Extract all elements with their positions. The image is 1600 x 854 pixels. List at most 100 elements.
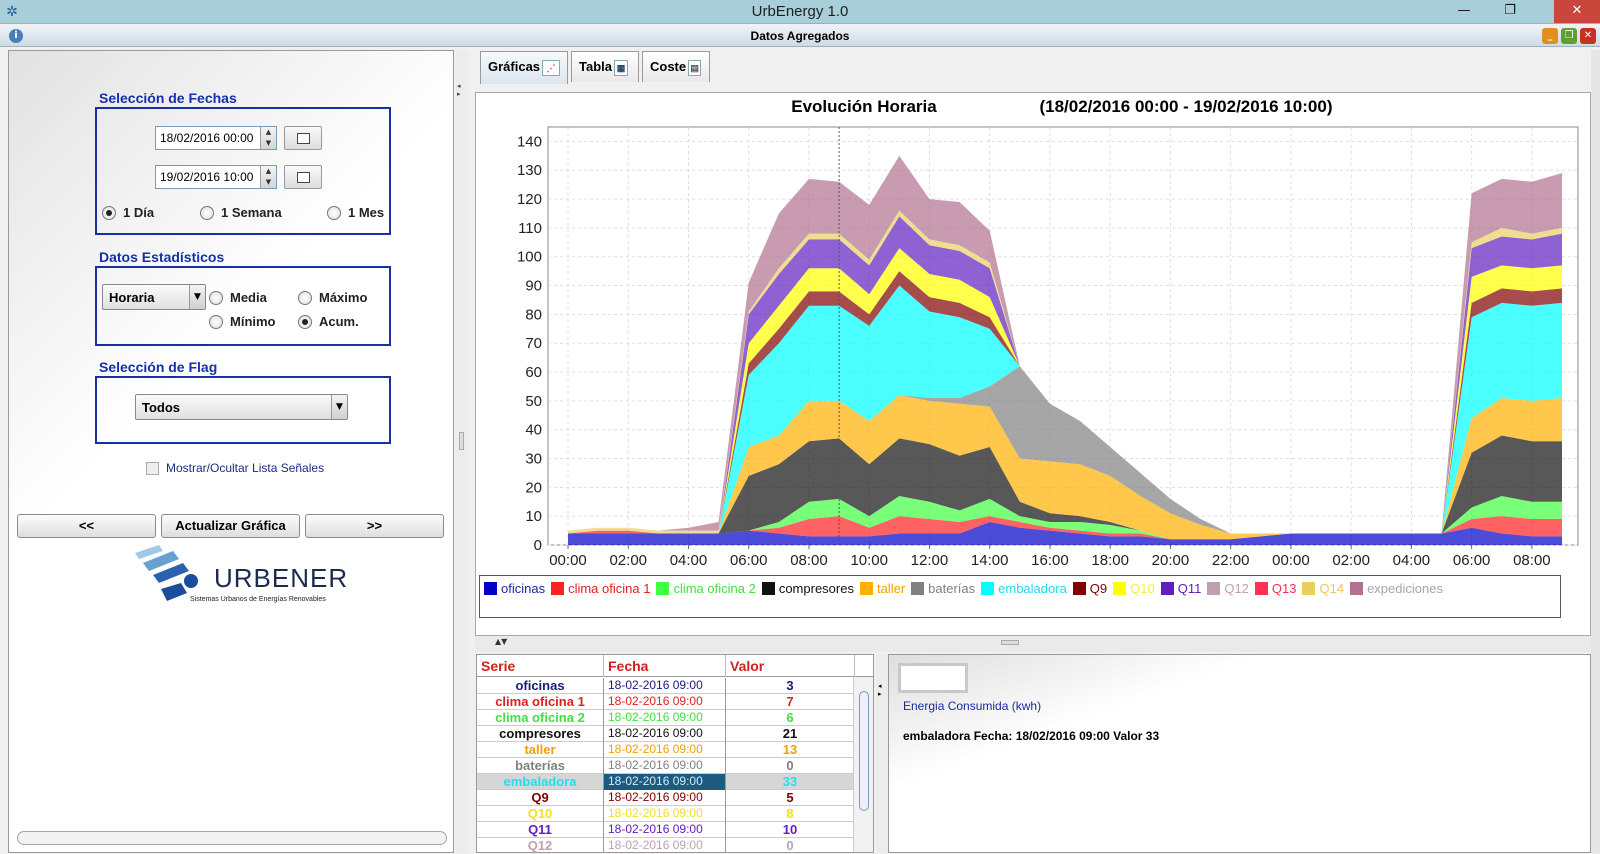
left-horizontal-scrollbar[interactable] [17, 831, 447, 845]
chart-legend: oficinas clima oficina 1 clima oficina 2 co… [479, 575, 1561, 618]
cell-serie: clima oficina 2 [477, 710, 604, 726]
panel-splitter[interactable]: ◂ ▸ [456, 50, 468, 853]
x-tick-label: 02:00 [1332, 552, 1370, 569]
stacked-area-chart[interactable]: Evolución Horaria (18/02/2016 00:00 - 19… [476, 93, 1592, 637]
legend-item[interactable]: Q10 [1113, 578, 1155, 598]
legend-label: Q13 [1271, 580, 1297, 596]
cell-serie: Q9 [477, 790, 604, 806]
scroll-thumb[interactable] [859, 691, 869, 811]
x-tick-label: 16:00 [1031, 552, 1069, 569]
legend-item[interactable]: baterías [911, 578, 975, 598]
update-chart-button[interactable]: Actualizar Gráfica [161, 514, 300, 538]
splitter-grip-icon[interactable] [459, 432, 464, 450]
legend-item[interactable]: expediciones [1350, 578, 1443, 598]
legend-item[interactable]: compresores [761, 578, 854, 598]
toggle-signals-checkbox[interactable]: Mostrar/Ocultar Lista Señales [146, 461, 324, 475]
collapse-arrows-icon[interactable]: ◂ ▸ [457, 82, 461, 98]
col-fecha-header[interactable]: Fecha [604, 655, 726, 677]
cell-valor: 0 [726, 838, 855, 852]
close-icon[interactable]: ✕ [1554, 0, 1600, 23]
start-date-arrows-icon[interactable]: ▲ ▼ [260, 127, 276, 149]
cell-serie: baterías [477, 758, 604, 774]
y-tick-label: 80 [525, 306, 542, 323]
legend-swatch-icon [981, 581, 995, 595]
legend-swatch-icon [1072, 581, 1086, 595]
cell-serie: oficinas [477, 678, 604, 694]
collapse-arrows-icon[interactable]: ◂ ▸ [878, 682, 882, 698]
x-tick-label: 22:00 [1212, 552, 1250, 569]
chart-subtitle: (18/02/2016 00:00 - 19/02/2016 10:00) [1039, 97, 1332, 116]
legend-item[interactable]: clima oficina 1 [551, 578, 650, 598]
bottom-panel-splitter[interactable]: ◂ ▸ [876, 654, 888, 853]
legend-label: Q12 [1224, 580, 1249, 596]
end-date-spinner[interactable]: 19/02/2016 10:00 ▲ ▼ [155, 165, 277, 189]
x-tick-label: 14:00 [971, 552, 1009, 569]
tab-graficas[interactable]: Gráficas ⋰ [480, 51, 568, 84]
frame-close-icon[interactable]: ✕ [1580, 28, 1596, 44]
cell-serie: embaladora [477, 774, 604, 790]
start-calendar-button[interactable] [284, 126, 322, 150]
range-1-day-radio[interactable]: 1 Día [102, 205, 154, 220]
col-valor-header[interactable]: Valor [726, 655, 855, 677]
flag-select[interactable]: Todos ▼ [135, 394, 348, 420]
tab-tabla[interactable]: Tabla ▦ [571, 51, 639, 82]
range-1-month-radio[interactable]: 1 Mes [327, 205, 384, 220]
table-row[interactable]: baterías 18-02-2016 09:00 0 [477, 758, 855, 774]
legend-item[interactable]: Q13 [1254, 578, 1297, 598]
dates-group-title: Selección de Fechas [99, 90, 237, 106]
table-row[interactable]: Q10 18-02-2016 09:00 8 [477, 806, 855, 822]
legend-item[interactable]: embaladora [981, 578, 1067, 598]
table-row[interactable]: Q9 18-02-2016 09:00 5 [477, 790, 855, 806]
table-row[interactable]: Q11 18-02-2016 09:00 10 [477, 822, 855, 838]
col-serie-header[interactable]: Serie [477, 655, 604, 677]
cell-valor: 6 [726, 710, 855, 726]
collapse-up-down-icon[interactable]: ▲▼ [495, 637, 507, 646]
cell-valor: 33 [726, 774, 855, 790]
cell-valor: 8 [726, 806, 855, 822]
legend-swatch-icon [1254, 581, 1268, 595]
minimize-icon[interactable]: — [1444, 0, 1484, 23]
next-button[interactable]: >> [305, 514, 444, 538]
y-tick-label: 70 [525, 335, 542, 352]
legend-item[interactable]: Q11 [1160, 578, 1201, 598]
stat-maximo-radio[interactable]: Máximo [298, 290, 367, 305]
splitter-grip-icon[interactable] [1001, 640, 1019, 645]
stat-minimo-radio[interactable]: Mínimo [209, 314, 276, 329]
legend-item[interactable]: Q14 [1302, 578, 1344, 598]
table-row[interactable]: Q12 18-02-2016 09:00 0 [477, 838, 855, 852]
bottom-splitter[interactable]: ▲▼ [475, 636, 1591, 652]
start-date-spinner[interactable]: 18/02/2016 00:00 ▲ ▼ [155, 126, 277, 150]
tab-coste[interactable]: Coste ▤ [642, 51, 710, 82]
legend-item[interactable]: clima oficina 2 [656, 578, 756, 598]
table-row[interactable]: embaladora 18-02-2016 09:00 33 [477, 774, 855, 790]
restore-icon[interactable]: ❐ [1490, 0, 1530, 23]
radio-icon [327, 205, 341, 220]
frame-maximize-icon[interactable]: ❐ [1561, 28, 1577, 44]
stat-media-radio[interactable]: Media [209, 290, 267, 305]
end-date-arrows-icon[interactable]: ▲ ▼ [260, 166, 276, 188]
stats-group: Horaria ▼ Media Máximo Mínimo Acum. [95, 266, 391, 346]
legend-swatch-icon [551, 581, 565, 595]
table-vertical-scrollbar[interactable] [853, 677, 873, 852]
interval-select[interactable]: Horaria ▼ [102, 284, 206, 310]
table-row[interactable]: taller 18-02-2016 09:00 13 [477, 742, 855, 758]
y-tick-label: 40 [525, 422, 542, 439]
legend-item[interactable]: Q12 [1207, 578, 1249, 598]
urbener-logo: URBENER Sistemas Urbanos de Energías Ren… [129, 543, 349, 613]
stat-acum-radio[interactable]: Acum. [298, 314, 359, 329]
legend-item[interactable]: oficinas [484, 578, 545, 598]
selected-point-detail: embaladora Fecha: 18/02/2016 09:00 Valor… [903, 729, 1160, 743]
chevron-down-icon: ▼ [189, 285, 205, 309]
table-row[interactable]: oficinas 18-02-2016 09:00 3 [477, 678, 855, 694]
legend-item[interactable]: Q9 [1072, 578, 1107, 598]
table-row[interactable]: clima oficina 1 18-02-2016 09:00 7 [477, 694, 855, 710]
frame-minimize-icon[interactable]: _ [1542, 28, 1558, 44]
range-1-week-radio[interactable]: 1 Semana [200, 205, 282, 220]
legend-label: clima oficina 1 [568, 580, 651, 596]
legend-swatch-icon [484, 581, 497, 595]
prev-button[interactable]: << [17, 514, 156, 538]
table-row[interactable]: compresores 18-02-2016 09:00 21 [477, 726, 855, 742]
end-calendar-button[interactable] [284, 165, 322, 189]
table-row[interactable]: clima oficina 2 18-02-2016 09:00 6 [477, 710, 855, 726]
legend-item[interactable]: taller [859, 578, 905, 598]
